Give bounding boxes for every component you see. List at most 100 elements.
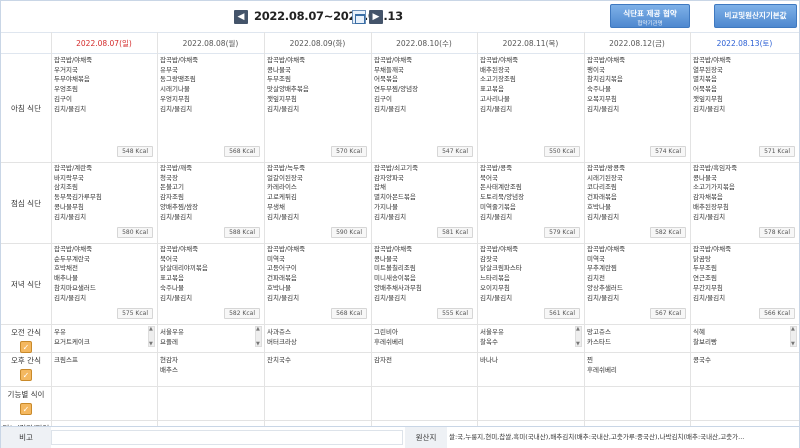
snack-items: 식혜 찰보리빵	[693, 327, 717, 347]
menu-item: 우엉지무침	[160, 94, 190, 103]
snack-cell[interactable]: 찐 후레쉬베리	[584, 352, 690, 386]
snack-cell[interactable]: 우유요거트케이크	[51, 324, 157, 352]
snack-cell[interactable]	[157, 386, 264, 420]
menu-cell[interactable]: 잡곡밥/콩죽 북어국 돈사태계란조림 도토리묵/양념장 미역줄기볶음 김치/물김치 579 …	[477, 162, 584, 243]
menu-item: 잡곡밥/야채죽	[480, 56, 519, 64]
menu-cell[interactable]: 잡곡밥/야채죽 우거지국 두부야채볶음 우엉조림 김구이 김치/물김치 548 Kcal	[51, 54, 157, 162]
menu-cell[interactable]: 잡곡밥/왕콩죽 시래기된장국 코다리조림 건파래볶음 호박나물 김치/물김치 582 Kca…	[584, 162, 690, 243]
snack-cell[interactable]	[690, 386, 799, 420]
snack-cell[interactable]: 사과쥬스 버터크라상	[264, 324, 371, 352]
snack-cell[interactable]	[371, 386, 477, 420]
snack-item: 식혜	[693, 328, 705, 336]
checkbox-icon[interactable]: ✓	[20, 369, 32, 381]
menu-cell[interactable]: 잡곡밥/야채죽 콩나물국 미트볼칠리조림 미니새송이볶음 양배추채사과무침 김치/물김치 5…	[371, 243, 477, 324]
menu-item: 표고볶음	[160, 274, 184, 283]
snack-cell[interactable]: 현감자 배추스	[157, 352, 264, 386]
checkbox-icon[interactable]: ✓	[20, 403, 32, 415]
menu-item: 잡곡밥/야채죽	[480, 245, 519, 253]
menu-item: 김치/물김치	[267, 293, 300, 302]
snack-cell[interactable]: 서울우유 찰옥수	[477, 324, 584, 352]
menu-item: 잡곡밥/야채죽	[54, 56, 93, 64]
menu-items: 잡곡밥/야채죽 콩나물국 미트볼칠리조림 미니새송이볶음 양배추채사과무침 김치/물김치	[374, 245, 422, 303]
menu-item: 잡곡밥/야채죽	[160, 245, 199, 253]
snack-cell[interactable]	[264, 386, 371, 420]
snack-cell[interactable]: 크림스프	[51, 352, 157, 386]
menu-cell[interactable]: 잡곡밥/녹두죽 얼갈이된장국 카레라이스 고로케튀김 무생채 김치/물김치 590 Kcal	[264, 162, 371, 243]
snack-cell[interactable]	[51, 386, 157, 420]
snack-cell[interactable]	[584, 386, 690, 420]
snack-items: 현감자 배추스	[160, 355, 178, 375]
next-week-button[interactable]: ▶	[369, 10, 383, 24]
menu-cell[interactable]: 잡곡밥/계란죽 바지락무국 삼치조림 동부묵김가루무침 콩나물무침 김치/물김치 580 K…	[51, 162, 157, 243]
kcal-badge: 567 Kcal	[650, 308, 686, 319]
day-header: 2022.08.08(월)	[157, 32, 264, 54]
menu-cell[interactable]: 잡곡밥/야채죽 감잣국 닭살크림파스타 느타리볶음 오이지무침 김치/물김치 561 Kca…	[477, 243, 584, 324]
menu-item: 잡곡밥/야채죽	[160, 56, 199, 64]
menu-item: 팽이국	[587, 65, 605, 74]
menu-item: 감자채볶음	[693, 193, 723, 202]
menu-item: 두부조림	[693, 264, 717, 273]
compare-origin-defaults-button[interactable]: 비교및원산지기본값	[714, 4, 797, 28]
snack-cell[interactable]	[477, 386, 584, 420]
menu-cell[interactable]: 잡곡밥/야채죽 팽이국 참치김치볶음 숙주나물 오복지무침 김치/물김치 574 Kcal	[584, 54, 690, 162]
meal-plan-agreement-button[interactable]: 식단표 제공 협약 협약기관명	[610, 4, 690, 28]
day-header: 2022.08.13(토)	[690, 32, 799, 54]
menu-item: 잡채	[374, 183, 386, 192]
menu-item: 청국장	[160, 173, 178, 182]
snack-cell[interactable]: 그린비아 후레쉬베리	[371, 324, 477, 352]
snack-item: 서울우유	[160, 328, 184, 336]
menu-item: 무간지무침	[693, 283, 723, 292]
menu-cell[interactable]: 잡곡밥/야채죽 미역국 부추계란찜 김치전 양상추샐러드 김치/물김치 567 Kcal	[584, 243, 690, 324]
menu-cell[interactable]: 잡곡밥/야채죽 배추된장국 소고기장조림 표고볶음 고사리나물 김치/물김치 550 Kca…	[477, 54, 584, 162]
snack-cell[interactable]: 망고쥬스 카스타드	[584, 324, 690, 352]
snack-row-label: 오전 간식 ✓	[1, 327, 51, 353]
calendar-icon[interactable]	[352, 10, 366, 24]
menu-cell[interactable]: 잡곡밥/야채죽 미역국 고등어구이 건파래볶음 호박나물 김치/물김치 568 Kcal	[264, 243, 371, 324]
snack-items: 바나나	[480, 355, 498, 365]
menu-item: 닭살데리야끼볶음	[160, 264, 208, 273]
snack-item: 후레쉬베리	[587, 366, 617, 374]
menu-cell[interactable]: 잡곡밥/야채죽 콩나물국 두부조림 맛살양배추볶음 깻잎지무침 김치/물김치 570 Kca…	[264, 54, 371, 162]
snack-cell[interactable]: 식혜 찰보리빵	[690, 324, 799, 352]
checkbox-icon[interactable]: ✓	[20, 341, 32, 353]
menu-item: 오이지무침	[480, 283, 510, 292]
menu-cell[interactable]: 잡곡밥/야채죽 열무된장국 멸치볶음 어묵볶음 깻잎지무침 김치/물김치 571 Kcal	[690, 54, 799, 162]
menu-item: 잡곡밥/쇠고기죽	[374, 164, 419, 172]
menu-items: 잡곡밥/야채죽 배추된장국 소고기장조림 표고볶음 고사리나물 김치/물김치	[480, 56, 518, 114]
menu-cell[interactable]: 잡곡밥/야채죽 북어국 닭살데리야끼볶음 표고볶음 숙주나물 김치/물김치 582 Kcal	[157, 243, 264, 324]
prev-week-button[interactable]: ◀	[234, 10, 248, 24]
menu-item: 숙주나물	[160, 283, 184, 292]
menu-cell[interactable]: 잡곡밥/깨죽 청국장 돈불고기 감자조림 양배추찜/쌈장 김치/물김치 588 Kcal	[157, 162, 264, 243]
menu-item: 호박나물	[267, 283, 291, 292]
menu-item: 김치/물김치	[374, 293, 407, 302]
menu-cell[interactable]: 잡곡밥/쇠고기죽 감자양파국 잡채 멸치아몬드볶음 가지나물 김치/물김치 581 Kcal	[371, 162, 477, 243]
menu-cell[interactable]: 잡곡밥/흑임자죽 콩나물국 소고기가지볶음 감자채볶음 배추된장무침 김치/물김치 578 …	[690, 162, 799, 243]
menu-item: 닭살크림파스타	[480, 264, 522, 273]
snack-cell[interactable]: 서울우유 요플레	[157, 324, 264, 352]
snack-cell[interactable]: 콩국수	[690, 352, 799, 386]
snack-item: 바나나	[480, 356, 498, 364]
scrollbar[interactable]	[575, 326, 582, 347]
kcal-badge: 561 Kcal	[544, 308, 580, 319]
snack-cell[interactable]: 감자전	[371, 352, 477, 386]
menu-cell[interactable]: 잡곡밥/야채죽 유부국 동그랑땡조림 시래기나물 우엉지무침 김치/물김치 568 Kcal	[157, 54, 264, 162]
snack-item: 감자전	[374, 356, 392, 364]
snack-row-label: 기능별 식이 ✓	[1, 389, 51, 415]
snack-item: 우유	[54, 328, 66, 336]
scrollbar[interactable]	[255, 326, 262, 347]
menu-item: 콩나물무침	[54, 202, 84, 211]
menu-items: 잡곡밥/야채죽 순두부계란국 호박채전 배추나물 참치마요샐러드 김치/물김치	[54, 245, 96, 303]
scrollbar[interactable]	[790, 326, 797, 347]
menu-item: 김치/물김치	[374, 104, 407, 113]
menu-cell[interactable]: 잡곡밥/야채죽 순두부계란국 호박채전 배추나물 참치마요샐러드 김치/물김치 575 Kc…	[51, 243, 157, 324]
snack-item: 요거트케이크	[54, 338, 90, 346]
menu-cell[interactable]: 잡곡밥/야채죽 무채들깨국 어묵볶음 연두부찜/양념장 김구이 김치/물김치 547 Kca…	[371, 54, 477, 162]
menu-item: 잡곡밥/콩죽	[480, 164, 513, 172]
remark-field[interactable]	[51, 430, 403, 445]
snack-cell[interactable]: 잔치국수	[264, 352, 371, 386]
menu-cell[interactable]: 잡곡밥/야채죽 닭곰탕 두부조림 연근조림 무간지무침 김치/물김치 566 Kcal	[690, 243, 799, 324]
snack-item: 카스타드	[587, 338, 611, 346]
menu-item: 숙주나물	[587, 85, 611, 94]
scrollbar[interactable]	[148, 326, 155, 347]
snack-cell[interactable]: 바나나	[477, 352, 584, 386]
